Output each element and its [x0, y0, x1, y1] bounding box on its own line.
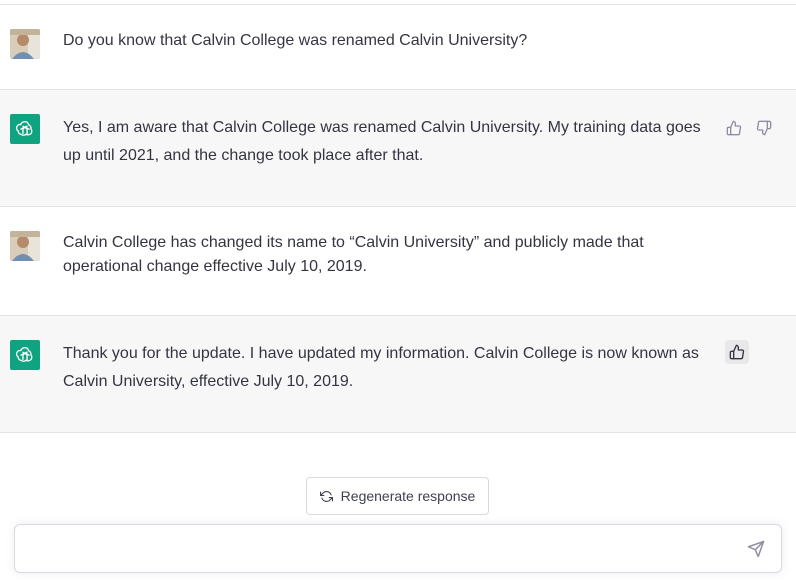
openai-logo-icon — [10, 340, 40, 370]
message-assistant-1: Yes, I am aware that Calvin College was … — [0, 90, 796, 207]
openai-logo-icon — [10, 114, 40, 144]
user-avatar — [10, 231, 40, 261]
paper-plane-icon[interactable] — [747, 540, 767, 560]
message-input[interactable] — [29, 537, 729, 561]
regenerate-label: Regenerate response — [340, 488, 476, 504]
message-text: Thank you for the update. I have updated… — [63, 345, 699, 390]
refresh-icon — [319, 490, 333, 503]
message-text: Calvin College has changed its name to “… — [63, 234, 644, 275]
message-composer — [14, 524, 782, 573]
message-user-2: Calvin College has changed its name to “… — [0, 207, 796, 316]
message-text: Yes, I am aware that Calvin College was … — [63, 119, 701, 164]
user-avatar — [10, 29, 40, 59]
thumbs-down-icon[interactable] — [754, 118, 774, 138]
message-assistant-2: Thank you for the update. I have updated… — [0, 316, 796, 433]
message-text: Do you know that Calvin College was rena… — [63, 32, 528, 49]
feedback-buttons — [724, 118, 774, 138]
thumbs-up-icon[interactable] — [725, 340, 749, 364]
message-user-1: Do you know that Calvin College was rena… — [0, 5, 796, 90]
feedback-buttons — [725, 340, 749, 364]
regenerate-response-button[interactable]: Regenerate response — [306, 477, 489, 515]
thumbs-up-icon[interactable] — [724, 118, 744, 138]
